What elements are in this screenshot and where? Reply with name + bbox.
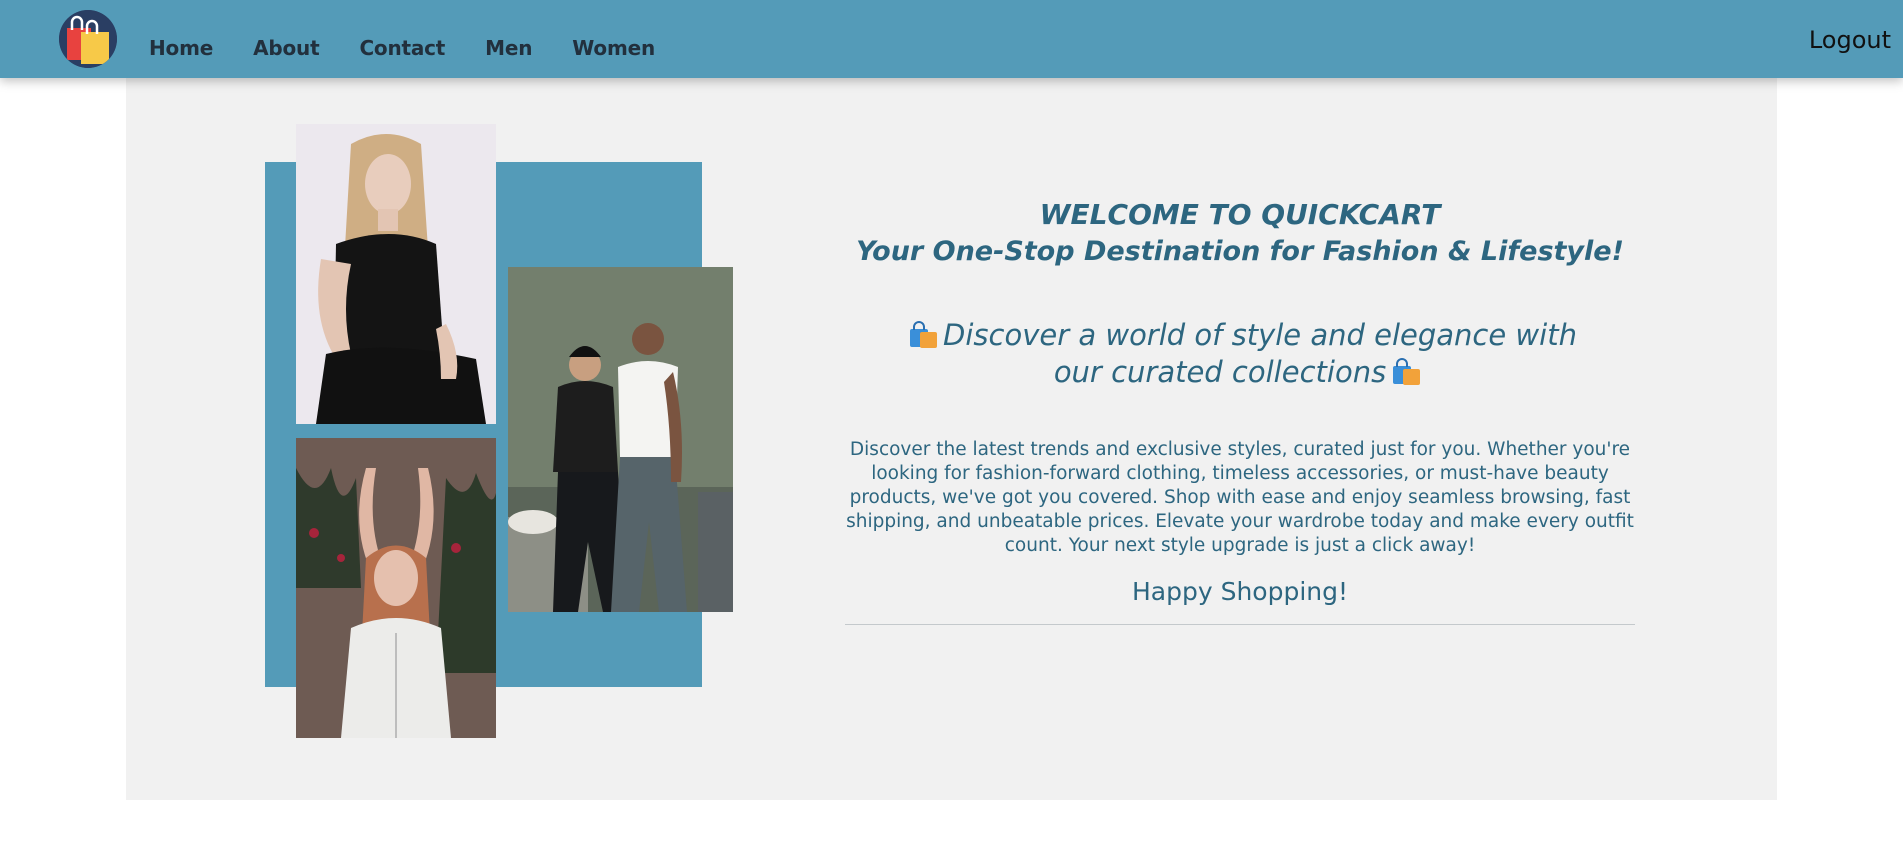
hero-tagline-text: Discover a world of style and elegance w… <box>943 318 1577 389</box>
shopping-bags-icon <box>1390 358 1422 386</box>
model-photo-woman-black-outfit <box>296 124 496 424</box>
shopping-bags-logo-icon[interactable] <box>59 10 117 68</box>
nav-link-contact[interactable]: Contact <box>359 36 445 60</box>
main-navigation: Home About Contact Men Women <box>149 36 695 60</box>
model-photo-woman-white-dress <box>296 438 496 738</box>
hero-subtitle: Your One-Stop Destination for Fashion & … <box>856 236 1624 267</box>
section-divider <box>845 624 1635 625</box>
nav-link-home[interactable]: Home <box>149 36 213 60</box>
nav-link-about[interactable]: About <box>253 36 320 60</box>
nav-link-men[interactable]: Men <box>485 36 532 60</box>
nav-link-women[interactable]: Women <box>572 36 655 60</box>
logout-button[interactable]: Logout <box>1809 26 1891 54</box>
hero-text-block: WELCOME TO QUICKCART Your One-Stop Desti… <box>836 196 1644 625</box>
hero-title: WELCOME TO QUICKCART <box>1039 198 1441 231</box>
hero-tagline: Discover a world of style and elegance w… <box>880 317 1600 391</box>
closing-message: Happy Shopping! <box>1131 577 1349 606</box>
hero-section: WELCOME TO QUICKCART Your One-Stop Desti… <box>126 78 1777 800</box>
shopping-bags-icon <box>907 321 939 349</box>
hero-description: Discover the latest trends and exclusive… <box>846 439 1634 556</box>
top-navbar: Home About Contact Men Women Logout <box>0 0 1903 78</box>
model-photo-two-men <box>508 267 733 612</box>
